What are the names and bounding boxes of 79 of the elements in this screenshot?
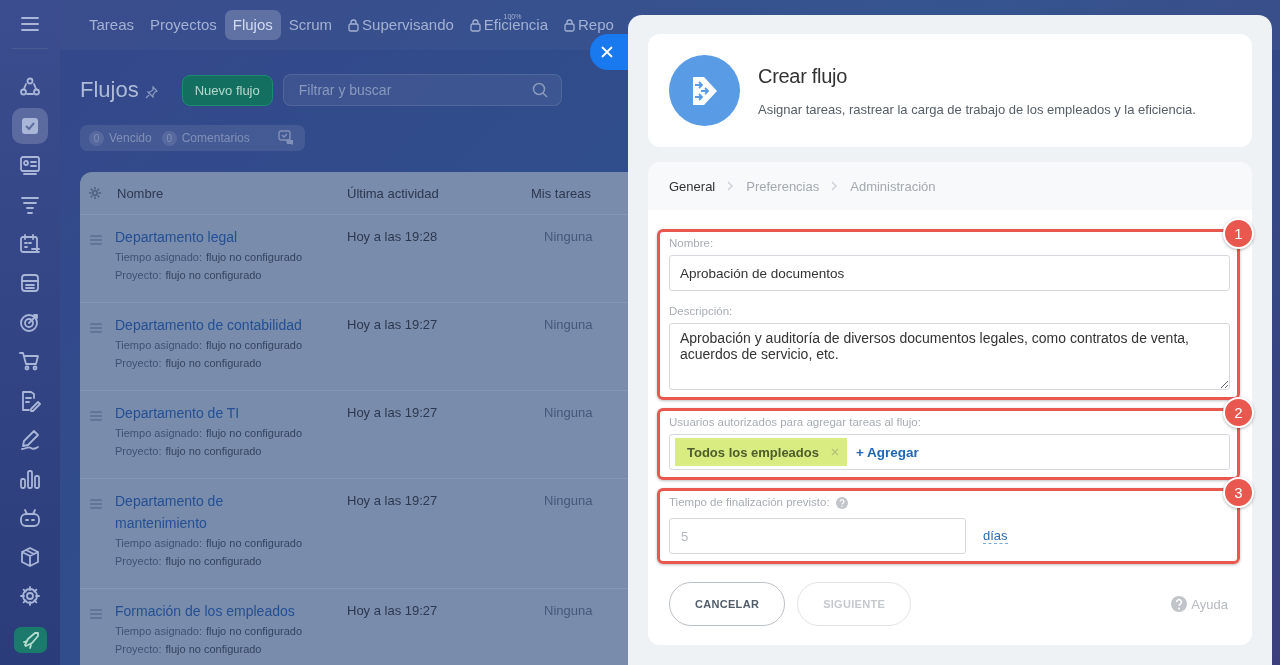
flow-name-link[interactable]: Departamento legal [115, 226, 315, 248]
field-value: flujo no configurado [165, 554, 262, 569]
column-header[interactable]: Última actividad [347, 185, 439, 201]
field-label: Tiempo asignado: [115, 338, 203, 353]
step-tab[interactable]: Preferencias [746, 178, 820, 194]
field-label: Tiempo asignado: [115, 426, 203, 441]
checkbox-icon[interactable] [12, 108, 48, 145]
field-label: Tiempo de finalización previsto: [669, 495, 830, 510]
name-field[interactable]: Aprobación de documentos [669, 255, 1230, 291]
new-flow-button[interactable]: Nuevo flujo [181, 74, 273, 106]
tab[interactable]: Tareas [81, 17, 143, 33]
field-value: flujo no configurado [165, 356, 262, 371]
tab[interactable]: Proyectos [142, 17, 225, 33]
tab[interactable]: Scrum [280, 17, 341, 33]
column-header[interactable]: Nombre [117, 185, 164, 201]
activity-time: Hoy a las 19:27 [347, 493, 438, 508]
activity-time: Hoy a las 19:27 [347, 603, 438, 618]
flow-name-link[interactable]: Departamento de contabilidad [115, 314, 315, 336]
field-value: flujo no configurado [206, 426, 303, 441]
search-icon[interactable] [531, 82, 548, 98]
users-field[interactable]: Todos los empleados + Agregar [669, 434, 1230, 470]
add-link[interactable]: + Agregar [855, 444, 919, 460]
chat-check-icon[interactable] [277, 130, 295, 146]
chevron-icon [727, 181, 735, 191]
field-label: Proyecto: [115, 356, 162, 371]
pin-icon[interactable] [144, 85, 158, 99]
annotation-number: 2 [1223, 397, 1254, 428]
help-icon [1171, 596, 1188, 612]
field-value: flujo no configurado [206, 338, 303, 353]
flow-name-link[interactable]: Departamento de mantenimiento [115, 490, 315, 534]
field-label: Tiempo asignado: [115, 250, 203, 265]
unit-link[interactable]: días [983, 528, 1008, 544]
user-tag[interactable]: Todos los empleados [675, 438, 847, 466]
field-label: Proyecto: [115, 268, 162, 283]
counter-label[interactable]: Vencido [109, 131, 152, 145]
lock-icon [469, 18, 481, 32]
field-label: Proyecto: [115, 642, 162, 657]
description-field[interactable]: Aprobación y auditoría de diversos documentos legales, como contratos de venta, acuerdos de servicio, etc. [669, 323, 1230, 390]
menu-icon[interactable] [21, 16, 39, 32]
field-value: flujo no configurado [165, 444, 262, 459]
tab[interactable]: Repo [556, 17, 622, 33]
close-button[interactable] [590, 34, 628, 70]
step-tab[interactable]: Administración [850, 178, 936, 194]
field-label: Descripción: [669, 304, 733, 319]
activity-time: Hoy a las 19:27 [347, 317, 438, 332]
step-tab[interactable]: General [669, 178, 716, 194]
activity-time: Hoy a las 19:27 [347, 405, 438, 420]
annotation-number: 1 [1223, 218, 1254, 249]
page-title: Flujos [80, 77, 139, 103]
field-label: Proyecto: [115, 444, 162, 459]
panel-subtitle: Asignar tareas, rastrear la carga de trabajo de los empleados y la eficiencia. [758, 101, 1196, 117]
rocket-icon[interactable] [21, 630, 39, 649]
chevron-icon [831, 181, 839, 191]
field-value: flujo no configurado [165, 268, 262, 283]
lock-icon [348, 18, 360, 32]
flow-name-link[interactable]: Departamento de TI [115, 402, 315, 424]
column-header[interactable]: Mis tareas [531, 185, 591, 201]
field-label: Proyecto: [115, 554, 162, 569]
flow-name-link[interactable]: Formación de los empleados [115, 600, 315, 622]
field-label: Tiempo asignado: [115, 536, 203, 551]
counter-label[interactable]: Comentarios [181, 131, 250, 145]
duration-field[interactable]: 5 [669, 518, 966, 554]
field-value: flujo no configurado [206, 250, 303, 265]
tab[interactable]: Flujos [224, 10, 281, 40]
rocket-button[interactable] [13, 626, 47, 653]
cancel-button[interactable]: CANCELAR [669, 582, 786, 626]
lock-icon [564, 18, 576, 32]
field-label: Tiempo asignado: [115, 624, 203, 639]
field-label: Nombre: [669, 236, 714, 251]
field-value: flujo no configurado [165, 642, 262, 657]
close-icon[interactable] [601, 46, 613, 58]
activity-time: Hoy a las 19:28 [347, 229, 438, 244]
help-link[interactable]: Ayuda [1171, 596, 1228, 612]
panel-title: Crear flujo [758, 64, 848, 88]
field-value: flujo no configurado [206, 624, 303, 639]
annotation-number: 3 [1223, 477, 1254, 508]
tab[interactable]: Supervisando [340, 17, 462, 33]
field-value: flujo no configurado [206, 536, 303, 551]
field-label: Usuarios autorizados para agregar tareas al flujo: [669, 415, 921, 430]
